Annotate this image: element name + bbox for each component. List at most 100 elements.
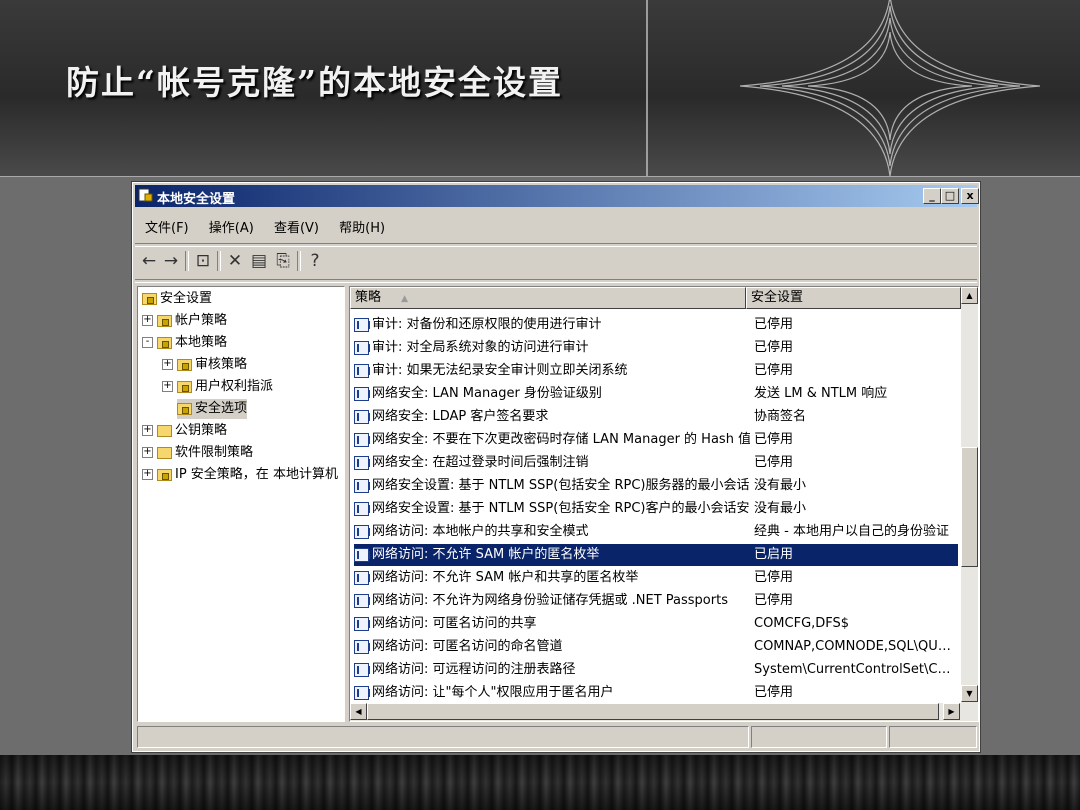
policy-icon	[354, 410, 370, 424]
horizontal-scrollbar[interactable]: ◀ ▶	[350, 703, 978, 721]
policy-name-cell: 网络访问: 本地帐户的共享和安全模式	[372, 524, 589, 539]
table-row[interactable]: 网络安全: 在超过登录时间后强制注销 已停用	[354, 452, 958, 474]
expand-icon[interactable]: +	[142, 425, 153, 436]
delete-icon[interactable]: ✕	[225, 251, 245, 271]
table-row[interactable]: 网络访问: 可匿名访问的共享 COMCFG,DFS$	[354, 613, 958, 635]
menu-file[interactable]: 文件(F)	[145, 217, 189, 236]
collapse-icon[interactable]: -	[142, 337, 153, 348]
properties-icon[interactable]: ▤	[249, 251, 269, 271]
expand-icon[interactable]: +	[142, 469, 153, 480]
tree-node-security-options[interactable]: 安全选项	[177, 399, 248, 419]
security-setting-cell: 已停用	[754, 593, 794, 608]
table-row[interactable]: 网络安全设置: 基于 NTLM SSP(包括安全 RPC)服务器的最小会话安全没…	[354, 475, 958, 497]
decorative-star-graphic	[740, 0, 1040, 176]
security-setting-cell: 已停用	[754, 455, 794, 470]
column-header-policy[interactable]: 策略 ▲	[350, 287, 746, 309]
tree-node-user-rights[interactable]: + 用户权利指派	[162, 377, 273, 397]
policy-icon	[354, 525, 370, 539]
expand-icon[interactable]: +	[142, 447, 153, 458]
folder-lock-icon	[177, 402, 192, 415]
policy-icon	[354, 387, 370, 401]
expand-icon[interactable]: +	[142, 315, 153, 326]
table-row[interactable]: 网络访问: 让"每个人"权限应用于匿名用户 已停用	[354, 682, 958, 704]
back-icon[interactable]: ←	[139, 251, 159, 271]
folder-icon	[157, 446, 172, 459]
security-setting-cell: 协商签名	[754, 409, 807, 424]
tree-node-security-settings[interactable]: 安全设置	[142, 289, 212, 309]
table-row[interactable]: 网络访问: 可远程访问的注册表路径 System\CurrentControlSe…	[354, 659, 958, 681]
folder-icon	[157, 424, 172, 437]
tree-node-local-policies[interactable]: - 本地策略	[142, 333, 227, 353]
folder-lock-icon	[177, 358, 192, 371]
forward-icon[interactable]: →	[161, 251, 181, 271]
export-icon[interactable]: ⎘	[273, 251, 293, 271]
table-row[interactable]: 审计: 如果无法纪录安全审计则立即关闭系统 已停用	[354, 360, 958, 382]
tree-node-public-key-policies[interactable]: + 公钥策略	[142, 421, 227, 441]
security-setting-cell: 发送 LM & NTLM 响应	[754, 386, 888, 401]
window-titlebar[interactable]: 本地安全设置 _ □ x	[135, 185, 979, 207]
security-setting-cell: COMNAP,COMNODE,SQL\QUERY,SP...	[754, 639, 954, 654]
policy-name-cell: 网络安全: LAN Manager 身份验证级别	[372, 386, 602, 401]
vertical-scrollbar[interactable]: ▲ ▼	[961, 287, 978, 703]
security-setting-cell: 已停用	[754, 432, 794, 447]
folder-lock-icon	[157, 336, 172, 349]
policy-icon	[354, 341, 370, 355]
close-button[interactable]: x	[961, 188, 979, 204]
menu-view[interactable]: 查看(V)	[274, 217, 319, 236]
table-row[interactable]: 网络访问: 不允许 SAM 帐户的匿名枚举 已启用	[354, 544, 958, 566]
slide-footer-band	[0, 755, 1080, 810]
table-row[interactable]: 网络访问: 不允许为网络身份验证储存凭据或 .NET Passports 已停用	[354, 590, 958, 612]
sort-ascending-icon: ▲	[401, 294, 409, 304]
status-cell-2	[751, 726, 887, 748]
policy-name-cell: 网络访问: 不允许为网络身份验证储存凭据或 .NET Passports	[372, 593, 728, 608]
policy-name-cell: 网络访问: 可匿名访问的命名管道	[372, 639, 563, 654]
policy-icon	[354, 663, 370, 677]
policy-name-cell: 网络安全设置: 基于 NTLM SSP(包括安全 RPC)客户的最小会话安全	[372, 501, 750, 516]
scroll-thumb[interactable]	[961, 447, 978, 567]
table-row[interactable]: 网络安全: LDAP 客户签名要求 协商签名	[354, 406, 958, 428]
policy-list: 策略 ▲ 安全设置 审计: 对备份和还原权限的使用进行审计 已停用 审计: 对全局系…	[349, 286, 979, 722]
menu-help[interactable]: 帮助(H)	[339, 217, 385, 236]
table-row[interactable]: 审计: 对备份和还原权限的使用进行审计 已停用	[354, 314, 958, 336]
local-security-settings-window: 本地安全设置 _ □ x 文件(F) 操作(A) 查看(V) 帮助(H) ← →…	[131, 181, 981, 753]
policy-icon	[354, 364, 370, 378]
horizontal-scroll-thumb[interactable]	[367, 703, 939, 720]
minimize-button[interactable]: _	[923, 188, 941, 204]
scroll-up-button[interactable]: ▲	[961, 287, 978, 304]
scroll-down-button[interactable]: ▼	[961, 685, 978, 702]
policy-icon	[354, 479, 370, 493]
security-setting-cell: 已停用	[754, 685, 794, 700]
table-row[interactable]: 审计: 对全局系统对象的访问进行审计 已停用	[354, 337, 958, 359]
expand-icon[interactable]: +	[162, 359, 173, 370]
maximize-button[interactable]: □	[941, 188, 959, 204]
policy-name-cell: 网络安全: 在超过登录时间后强制注销	[372, 455, 589, 470]
help-icon[interactable]: ?	[305, 251, 325, 271]
table-row[interactable]: 网络访问: 不允许 SAM 帐户和共享的匿名枚举 已停用	[354, 567, 958, 589]
decorative-horizontal-line	[0, 176, 1080, 177]
status-cell-3	[889, 726, 977, 748]
policy-name-cell: 网络访问: 不允许 SAM 帐户和共享的匿名枚举	[372, 570, 639, 585]
security-setting-cell: 已启用	[754, 547, 794, 562]
table-row[interactable]: 网络访问: 可匿名访问的命名管道 COMNAP,COMNODE,SQL\QUERY…	[354, 636, 958, 658]
tree-node-account-policies[interactable]: + 帐户策略	[142, 311, 227, 331]
ip-security-icon	[157, 468, 172, 481]
policy-icon	[354, 594, 370, 608]
table-row[interactable]: 网络安全: LAN Manager 身份验证级别 发送 LM & NTLM 响应	[354, 383, 958, 405]
column-header-setting[interactable]: 安全设置	[746, 287, 961, 309]
menu-separator	[135, 243, 977, 247]
expand-icon[interactable]: +	[162, 381, 173, 392]
tree-node-ip-security[interactable]: + IP 安全策略，在 本地计算机	[142, 465, 338, 485]
menu-action[interactable]: 操作(A)	[209, 217, 254, 236]
tree-node-audit-policy[interactable]: + 审核策略	[162, 355, 247, 375]
table-row[interactable]: 网络访问: 本地帐户的共享和安全模式 经典 - 本地用户以自己的身份验证	[354, 521, 958, 543]
table-row[interactable]: 网络安全设置: 基于 NTLM SSP(包括安全 RPC)客户的最小会话安全 没有…	[354, 498, 958, 520]
security-setting-cell: 已停用	[754, 363, 794, 378]
tree-node-software-restriction[interactable]: + 软件限制策略	[142, 443, 253, 463]
up-folder-icon[interactable]: ⊡	[193, 251, 213, 271]
policy-icon	[354, 318, 370, 332]
scroll-right-button[interactable]: ▶	[943, 703, 960, 720]
scroll-left-button[interactable]: ◀	[350, 703, 367, 720]
folder-lock-icon	[157, 314, 172, 327]
policy-icon	[354, 617, 370, 631]
table-row[interactable]: 网络安全: 不要在下次更改密码时存储 LAN Manager 的 Hash 值已…	[354, 429, 958, 451]
